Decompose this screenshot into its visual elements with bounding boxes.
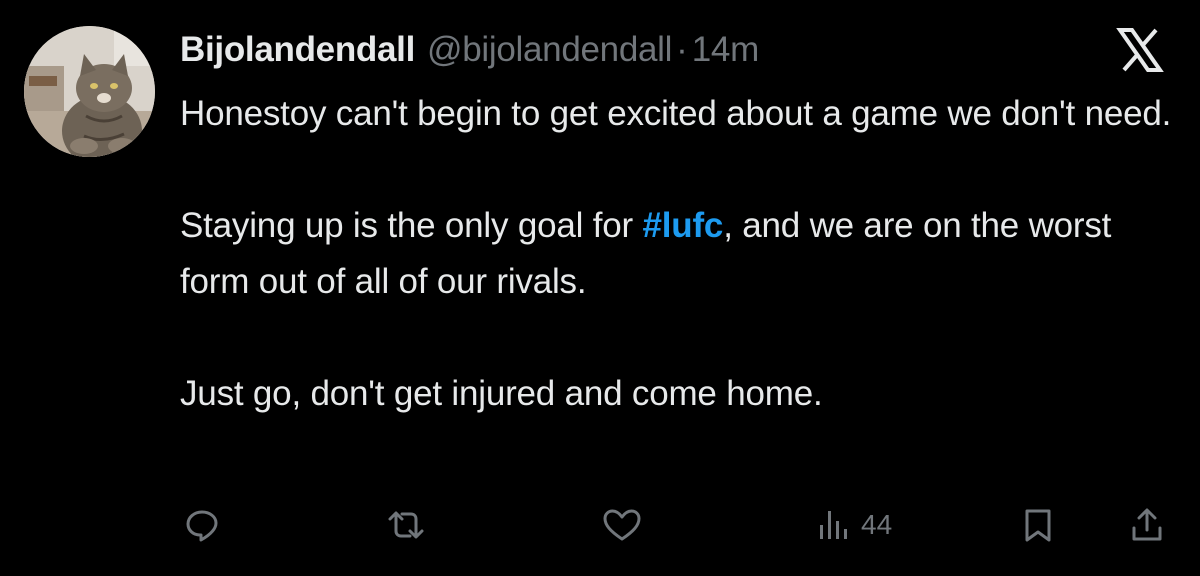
views-button[interactable]: 44 (817, 500, 892, 550)
views-icon (820, 511, 847, 539)
heart-icon (603, 509, 641, 541)
display-name[interactable]: Bijolandendall (180, 28, 415, 72)
bookmark-icon (1025, 509, 1051, 542)
tweet-paragraph-1: Honestoy can't begin to get excited abou… (180, 94, 1172, 133)
tweet-paragraph-2-start: Staying up is the only goal for (180, 206, 643, 245)
timestamp[interactable]: 14m (692, 28, 759, 72)
hashtag-link[interactable]: #lufc (643, 206, 724, 245)
reply-button[interactable] (184, 500, 220, 550)
tweet-header: Bijolandendall @bijolandendall · 14m (180, 28, 759, 72)
x-logo-icon (1110, 28, 1170, 72)
reply-icon (186, 510, 218, 542)
retweet-icon (388, 511, 424, 539)
bookmark-button[interactable] (1022, 500, 1054, 550)
avatar[interactable] (24, 26, 155, 157)
tweet-paragraph-2: Staying up is the only goal for #lufc, a… (180, 198, 1180, 310)
tweet-paragraph-3: Just go, don't get injured and come home… (180, 374, 823, 413)
retweet-button[interactable] (386, 500, 426, 550)
tweet-actions: 44 (180, 500, 1170, 550)
share-icon (1132, 508, 1162, 541)
like-button[interactable] (602, 500, 642, 550)
separator-dot: · (676, 30, 688, 69)
tweet-text: Honestoy can't begin to get excited abou… (180, 86, 1180, 422)
user-handle[interactable]: @bijolandendall (427, 28, 672, 72)
share-button[interactable] (1130, 500, 1164, 550)
views-count: 44 (861, 509, 893, 540)
cat-avatar-image (24, 26, 155, 157)
tweet-card[interactable]: Bijolandendall @bijolandendall · 14m Hon… (0, 0, 1200, 576)
